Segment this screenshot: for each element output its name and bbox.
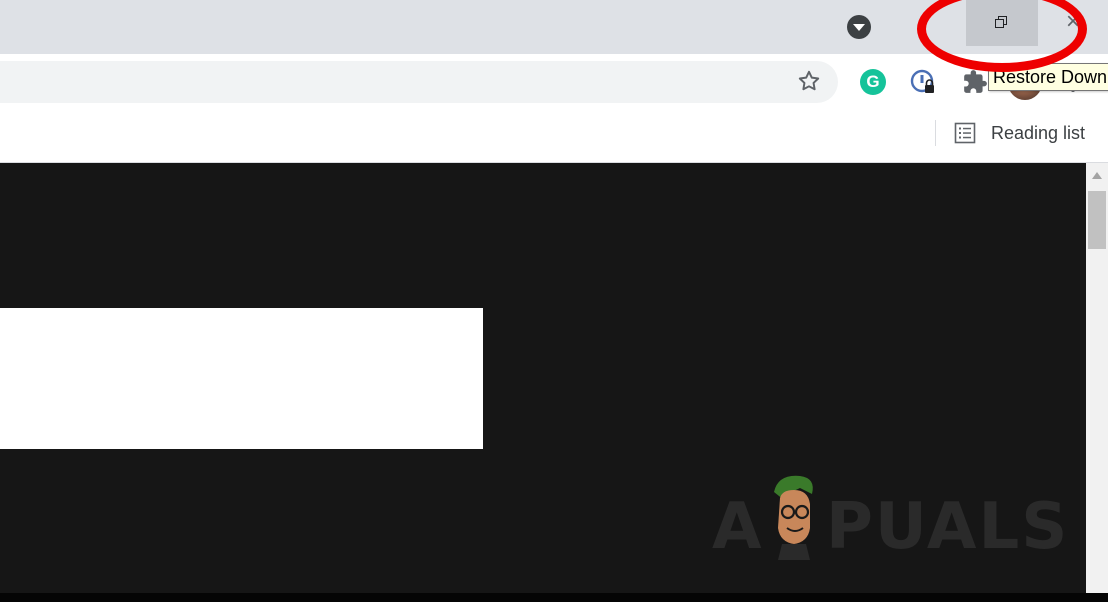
- bottom-edge: [0, 593, 1108, 602]
- mascot-icon: [774, 475, 813, 560]
- puzzle-icon[interactable]: [962, 69, 988, 95]
- reading-list-label[interactable]: Reading list: [991, 122, 1085, 144]
- restore-down-button[interactable]: [966, 0, 1038, 46]
- watermark-logo: A PUALS: [712, 466, 1072, 566]
- vertical-scrollbar[interactable]: [1086, 163, 1108, 593]
- star-icon[interactable]: [796, 68, 822, 94]
- restore-down-icon-front: [995, 19, 1004, 28]
- grammarly-icon[interactable]: G: [860, 69, 886, 95]
- bookmarks-bar: Reading list: [0, 110, 1108, 163]
- reading-list-icon[interactable]: [954, 122, 976, 144]
- watermark-text-left: A: [712, 490, 764, 564]
- title-bar: ×: [0, 0, 1108, 54]
- content-panel: [0, 308, 483, 449]
- tab-search-icon[interactable]: [847, 15, 871, 39]
- toolbar: G: [0, 54, 1108, 110]
- close-icon[interactable]: ×: [1066, 10, 1080, 34]
- browser-window: × G Reading list A PUALS Restore Down: [0, 0, 1108, 602]
- address-bar[interactable]: [0, 61, 838, 103]
- bookmarks-separator: [935, 120, 936, 146]
- restore-down-tooltip: Restore Down: [988, 63, 1108, 91]
- scroll-thumb[interactable]: [1088, 191, 1106, 249]
- lock-badge-icon[interactable]: [910, 69, 936, 95]
- watermark-text-right: PUALS: [826, 490, 1070, 564]
- scroll-up-arrow-icon[interactable]: [1092, 172, 1102, 179]
